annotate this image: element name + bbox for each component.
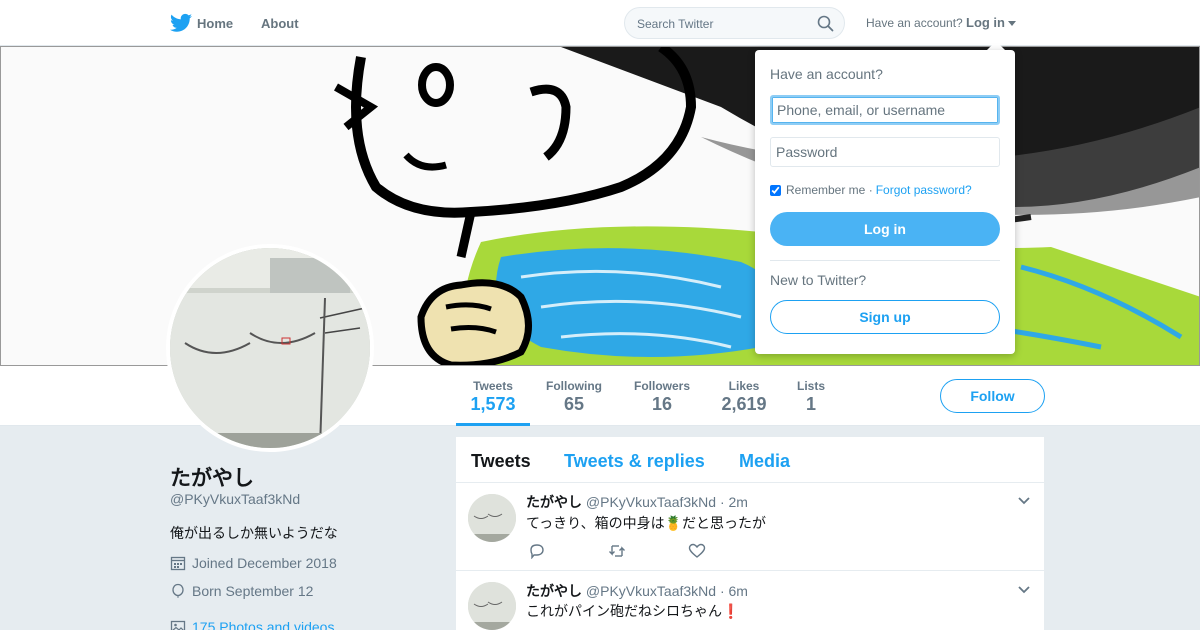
stat-likes[interactable]: Likes 2,619 [716,366,772,426]
tweet-author-handle[interactable]: @PKyVkuxTaaf3kNd [586,583,716,599]
heart-icon[interactable] [688,543,706,559]
retweet-icon[interactable] [608,543,626,559]
tab-media[interactable]: Media [739,451,790,472]
tweet-header: たがやし @PKyVkuxTaaf3kNd · 6m [526,581,748,601]
stat-tweets[interactable]: Tweets 1,573 [456,366,530,426]
remember-me-checkbox[interactable] [770,184,781,196]
avatar-photo [468,494,516,542]
password-field[interactable] [770,137,1000,167]
tweet-text: これがパイン砲だねシロちゃん❗ [526,603,740,619]
joined-date: Joined December 2018 [170,555,337,571]
tweet-avatar[interactable] [468,494,516,542]
twitter-bird-icon[interactable] [170,13,192,33]
tweet-item[interactable]: たがやし @PKyVkuxTaaf3kNd · 6m これがパイン砲だねシロちゃ… [456,571,1044,630]
new-to-twitter-text: New to Twitter? [770,272,867,288]
avatar-photo [170,248,370,448]
search-icon[interactable] [817,15,834,32]
stat-value: 2,619 [721,394,767,414]
tweet-timestamp[interactable]: · 2m [720,494,748,510]
nav-home-link[interactable]: Home [197,16,233,31]
profile-name: たがやし [170,467,254,490]
tweet-text: てっきり、箱の中身は🍍だと思ったが [526,515,767,531]
have-account-text: Have an account? [866,16,963,30]
stat-value: 16 [651,394,673,414]
stat-value: 65 [563,394,585,414]
image-icon [170,620,186,630]
login-link[interactable]: Log in [966,15,1005,30]
timeline-tabs: Tweets Tweets & replies Media [456,437,1044,483]
stat-label: Lists [796,379,825,393]
tweet-author-handle[interactable]: @PKyVkuxTaaf3kNd [586,494,716,510]
profile-bio: 俺が出るしか無いようだな [170,525,338,541]
top-nav: Home About Have an account? Log in [0,0,1200,46]
signup-button[interactable]: Sign up [770,300,1000,334]
stat-label: Followers [633,379,690,393]
forgot-password-link[interactable]: Forgot password? [876,183,972,197]
remember-me-label[interactable]: Remember me · [786,183,873,197]
search-box [624,7,845,39]
username-field[interactable] [770,95,1000,125]
login-dropdown: Have an account? Remember me · Forgot pa… [755,50,1015,354]
dropdown-title: Have an account? [770,66,883,82]
tweet-avatar[interactable] [468,582,516,630]
stat-label: Tweets [473,379,513,393]
tweet-author-name[interactable]: たがやし [526,494,582,510]
born-text: Born September 12 [192,583,314,599]
stat-lists[interactable]: Lists 1 [791,366,831,426]
stat-following[interactable]: Following 65 [540,366,608,426]
timeline: Tweets Tweets & replies Media たがやし @PKyV… [456,437,1044,630]
tweet-timestamp[interactable]: · 6m [720,583,748,599]
stat-followers[interactable]: Followers 16 [628,366,696,426]
birthday: Born September 12 [170,583,313,599]
nav-about-link[interactable]: About [261,16,299,31]
balloon-icon [172,583,184,598]
chevron-down-icon[interactable] [1018,497,1030,505]
search-input[interactable] [637,15,807,32]
tweet-author-name[interactable]: たがやし [526,583,582,599]
avatar-photo [468,582,516,630]
divider [770,260,1000,261]
calendar-icon [170,556,186,571]
photos-link[interactable]: 175 Photos and videos [170,619,334,630]
tweet-header: たがやし @PKyVkuxTaaf3kNd · 2m [526,492,748,512]
tweet-item[interactable]: たがやし @PKyVkuxTaaf3kNd · 2m てっきり、箱の中身は🍍だと… [456,483,1044,571]
login-button[interactable]: Log in [770,212,1000,246]
reply-icon[interactable] [528,543,546,559]
photos-text: 175 Photos and videos [192,619,335,630]
stat-value: 1 [805,394,816,414]
caret-down-icon[interactable] [1008,21,1016,26]
follow-button[interactable]: Follow [940,379,1045,413]
remember-me-row: Remember me · Forgot password? [770,183,972,197]
tab-tweets-replies[interactable]: Tweets & replies [564,451,705,472]
dropdown-arrow [987,41,1005,50]
tab-tweets[interactable]: Tweets [471,451,531,472]
profile-handle: @PKyVkuxTaaf3kNd [170,491,301,507]
joined-text: Joined December 2018 [192,555,337,571]
stat-label: Likes [728,379,760,393]
stat-value: 1,573 [470,394,516,414]
profile-avatar[interactable] [166,244,374,452]
chevron-down-icon[interactable] [1018,586,1030,594]
stat-label: Following [546,379,602,393]
